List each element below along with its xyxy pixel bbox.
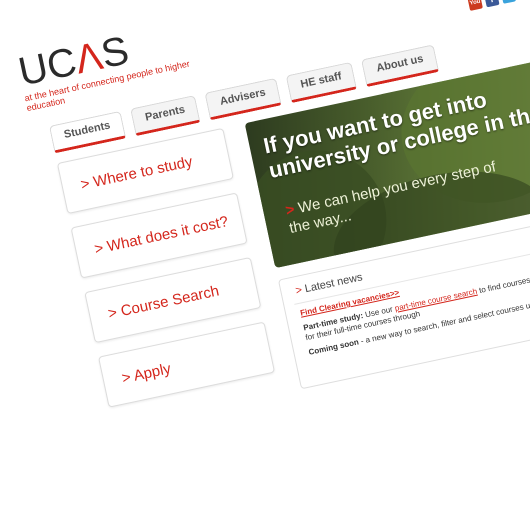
ucas-logo[interactable]: UCΛS at the heart of connecting people t…	[15, 18, 194, 113]
youtube-icon[interactable]: You	[467, 0, 483, 11]
tab-advisers[interactable]: Advisers	[204, 77, 282, 121]
tab-students[interactable]: Students	[48, 110, 127, 154]
tab-he-staff[interactable]: HE staff	[285, 61, 358, 104]
page: UCΛS at the heart of connecting people t…	[0, 0, 530, 510]
side-nav: > Where to study > What does it cost? > …	[56, 127, 278, 422]
social-links: You f t	[467, 0, 517, 11]
facebook-icon[interactable]: f	[484, 0, 500, 8]
twitter-icon[interactable]: t	[500, 0, 517, 4]
tab-about-us[interactable]: About us	[361, 44, 440, 87]
chevron-right-icon: >	[294, 284, 304, 298]
tab-parents[interactable]: Parents	[130, 94, 201, 137]
